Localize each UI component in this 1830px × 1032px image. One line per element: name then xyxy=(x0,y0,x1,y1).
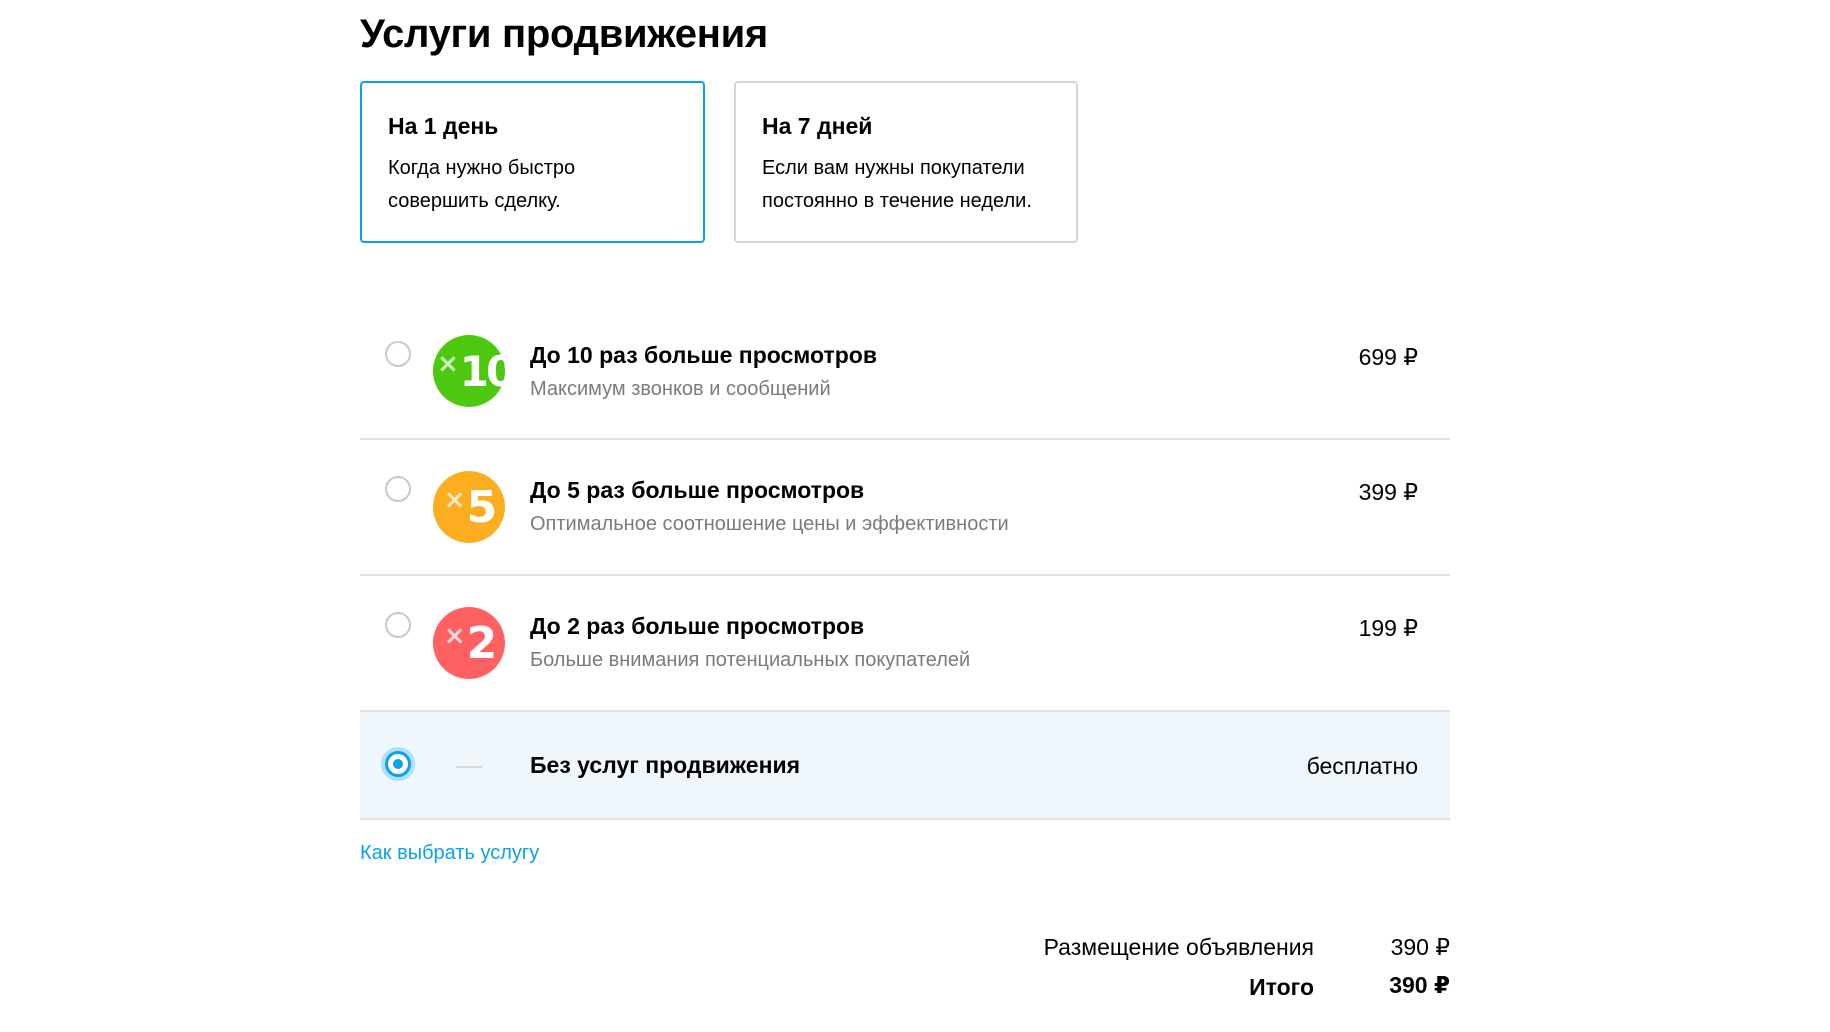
option-title: До 10 раз больше просмотров xyxy=(530,342,877,368)
option-subtitle: Оптимальное соотношение цены и эффективн… xyxy=(530,513,1009,535)
duration-title: На 7 дней xyxy=(762,113,873,139)
badge-multiplier: × xyxy=(437,349,459,379)
option-subtitle: Максимум звонков и сообщений xyxy=(530,378,831,400)
x10-badge-icon: × 10 xyxy=(433,335,505,407)
total-label: Итого xyxy=(1249,974,1314,1000)
option-radio[interactable] xyxy=(385,341,411,367)
option-price: 199 ₽ xyxy=(1358,615,1418,641)
total-value: 390 ₽ xyxy=(1389,972,1450,998)
option-row-x10[interactable]: × 10 До 10 раз больше просмотров Максимум… xyxy=(360,300,1450,440)
page-title: Услуги продвижения xyxy=(360,12,768,56)
option-title: Без услуг продвижения xyxy=(530,752,801,778)
duration-description-line: Когда нужно быстро xyxy=(388,157,576,179)
badge-number: 2 xyxy=(466,617,498,669)
duration-description-line: совершить сделку. xyxy=(388,190,561,212)
option-row-no-promotion[interactable]: Без услуг продвижения бесплатно xyxy=(360,712,1450,820)
dash-icon xyxy=(456,766,482,768)
x5-badge-icon: × 5 xyxy=(433,471,505,543)
duration-description-line: Если вам нужны покупатели xyxy=(762,157,1025,179)
option-row-x2[interactable]: × 2 До 2 раз больше просмотров Больше вни… xyxy=(360,576,1450,712)
duration-title: На 1 день xyxy=(388,113,499,139)
duration-card-7-days[interactable]: На 7 дней Если вам нужны покупатели пост… xyxy=(734,81,1078,243)
duration-description: Когда нужно быстро совершить сделку. xyxy=(388,152,677,218)
badge-multiplier: × xyxy=(443,621,466,651)
badge-multiplier: × xyxy=(443,485,466,515)
option-radio-selected[interactable] xyxy=(385,751,411,777)
duration-description-line: постоянно в течение недели. xyxy=(762,190,1032,212)
option-subtitle: Больше внимания потенциальных покупателе… xyxy=(530,649,971,671)
how-to-choose-link[interactable]: Как выбрать услугу xyxy=(360,842,539,865)
option-row-x5[interactable]: × 5 До 5 раз больше просмотров Оптимально… xyxy=(360,440,1450,576)
option-price: 699 ₽ xyxy=(1358,344,1418,370)
option-title: До 5 раз больше просмотров xyxy=(530,477,865,503)
option-title: До 2 раз больше просмотров xyxy=(530,613,865,639)
option-price: 399 ₽ xyxy=(1358,479,1418,505)
option-price: бесплатно xyxy=(1306,753,1418,779)
option-radio[interactable] xyxy=(385,612,411,638)
placement-value: 390 ₽ xyxy=(1390,934,1450,960)
x2-badge-icon: × 2 xyxy=(433,607,505,679)
duration-description: Если вам нужны покупатели постоянно в те… xyxy=(762,152,1050,218)
duration-card-1-day[interactable]: На 1 день Когда нужно быстро совершить с… xyxy=(360,81,705,243)
option-radio[interactable] xyxy=(385,476,411,502)
placement-label: Размещение объявления xyxy=(1043,934,1314,960)
badge-number: 5 xyxy=(466,481,498,533)
badge-number: 10 xyxy=(459,346,505,396)
